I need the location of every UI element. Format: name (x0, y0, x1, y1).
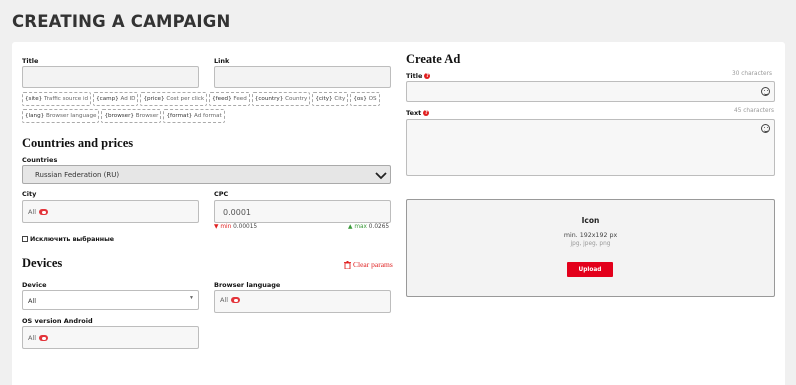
icon-upload-area[interactable]: Icon min. 192x192 px jpg, jpeg, png Uplo… (406, 199, 775, 297)
city-tag: All (28, 208, 49, 216)
icon-size-hint: min. 192x192 px (563, 232, 618, 239)
caret-down-icon: ▼ (189, 295, 194, 301)
device-select[interactable]: All ▼ (22, 290, 199, 310)
city-tag-label: All (28, 208, 37, 216)
macro-description: Cost per click (166, 96, 205, 102)
macro-list: {site} Traffic source id {camp} Ad ID {pri… (22, 92, 382, 123)
cpc-max-label: max (354, 224, 367, 230)
title-input[interactable] (22, 66, 199, 88)
city-input[interactable]: All (22, 200, 199, 223)
macro-chip[interactable]: {feed} Feed (209, 92, 250, 106)
emoji-icon[interactable] (761, 124, 770, 133)
ad-title-limit: 30 characters (732, 71, 772, 77)
exclude-checkbox[interactable] (22, 236, 28, 242)
trash-icon (344, 260, 351, 269)
macro-key: {price} (143, 96, 165, 102)
device-label: Device (22, 281, 47, 289)
help-icon: ? (423, 110, 430, 116)
browser-language-input[interactable]: All (214, 290, 391, 313)
macro-key: {browser} (104, 113, 134, 119)
macro-chip[interactable]: {os} OS (350, 92, 380, 106)
macro-chip[interactable]: {camp} Ad ID (93, 92, 139, 106)
macro-description: Browser (135, 113, 159, 119)
macro-key: {lang} (25, 113, 45, 119)
cpc-max: ▲ max 0.0265 (348, 224, 389, 230)
countries-label: Countries (22, 156, 58, 164)
countries-select[interactable]: Russian Federation (RU) (22, 165, 391, 184)
cpc-input[interactable]: 0.0001 (214, 200, 391, 223)
cpc-label: CPC (214, 190, 229, 198)
emoji-icon[interactable] (761, 87, 770, 96)
devices-section-heading: Devices (22, 256, 63, 270)
cpc-value: 0.0001 (223, 208, 251, 217)
countries-selected-value: Russian Federation (RU) (35, 171, 120, 179)
icon-format-hint: jpg, jpeg, png (570, 241, 611, 247)
macro-description: Ad format (194, 113, 222, 119)
triangle-up-icon: ▲ (348, 224, 353, 230)
ad-text-label-text: Text (406, 109, 422, 117)
os-version-label: OS version Android (22, 317, 93, 325)
browser-language-tag-label: All (220, 296, 229, 304)
macro-description: Browser language (45, 113, 97, 119)
macro-key: {site} (25, 96, 43, 102)
macro-key: {os} (353, 96, 367, 102)
macro-chip[interactable]: {site} Traffic source id (22, 92, 92, 106)
help-icon: ? (424, 73, 431, 79)
macro-chip[interactable]: {browser} Browser (101, 109, 162, 123)
os-version-tag-label: All (28, 334, 37, 342)
remove-tag-icon[interactable] (39, 335, 49, 341)
macro-description: Traffic source id (44, 96, 89, 102)
macro-description: City (334, 96, 346, 102)
icon-title: Icon (581, 216, 600, 225)
countries-section-heading: Countries and prices (22, 136, 134, 150)
macro-key: {format} (166, 113, 193, 119)
macro-chip[interactable]: {country} Country (251, 92, 311, 106)
triangle-down-icon: ▼ (214, 224, 219, 230)
ad-text-limit: 45 characters (734, 108, 774, 114)
macro-chip[interactable]: {lang} Browser language (22, 109, 100, 123)
campaign-form-card: Title Link {site} Traffic source id {camp… (12, 42, 785, 385)
cpc-max-value: 0.0265 (368, 224, 390, 230)
browser-language-tag: All (220, 296, 241, 304)
macro-key: {city} (315, 96, 333, 102)
os-version-tag: All (28, 334, 49, 342)
clear-params-button[interactable]: Clear params (344, 260, 393, 269)
os-version-input[interactable]: All (22, 326, 199, 349)
ad-text-input[interactable] (406, 119, 775, 176)
exclude-label: Исключить выбранные (30, 236, 115, 243)
ad-title-input[interactable] (406, 81, 775, 102)
link-label: Link (214, 57, 230, 65)
chevron-down-icon (375, 172, 387, 180)
macro-chip[interactable]: {city} City (312, 92, 349, 106)
macro-description: Feed (233, 96, 247, 102)
upload-button[interactable]: Upload (567, 262, 613, 277)
title-label: Title (22, 57, 39, 65)
link-input[interactable] (214, 66, 391, 88)
browser-language-label: Browser language (214, 281, 281, 289)
clear-params-label: Clear params (353, 260, 393, 269)
remove-tag-icon[interactable] (39, 209, 49, 215)
macro-chip[interactable]: {format} Ad format (163, 109, 225, 123)
cpc-min-value: 0.00015 (233, 224, 258, 230)
ad-text-label: Text? (406, 109, 430, 117)
macro-key: {camp} (96, 96, 119, 102)
cpc-min-label: min (220, 224, 232, 230)
cpc-min: ▼ min 0.00015 (214, 224, 257, 230)
create-ad-heading: Create Ad (406, 52, 461, 66)
macro-description: Country (285, 96, 308, 102)
city-label: City (22, 190, 37, 198)
page-title: CREATING A CAMPAIGN (12, 12, 231, 31)
macro-description: Ad ID (120, 96, 136, 102)
device-selected-value: All (28, 297, 37, 305)
macro-key: {country} (254, 96, 284, 102)
remove-tag-icon[interactable] (231, 297, 241, 303)
ad-title-label-text: Title (406, 72, 423, 80)
macro-chip[interactable]: {price} Cost per click (140, 92, 208, 106)
macro-description: OS (368, 96, 377, 102)
ad-title-label: Title? (406, 72, 431, 80)
macro-key: {feed} (212, 96, 232, 102)
